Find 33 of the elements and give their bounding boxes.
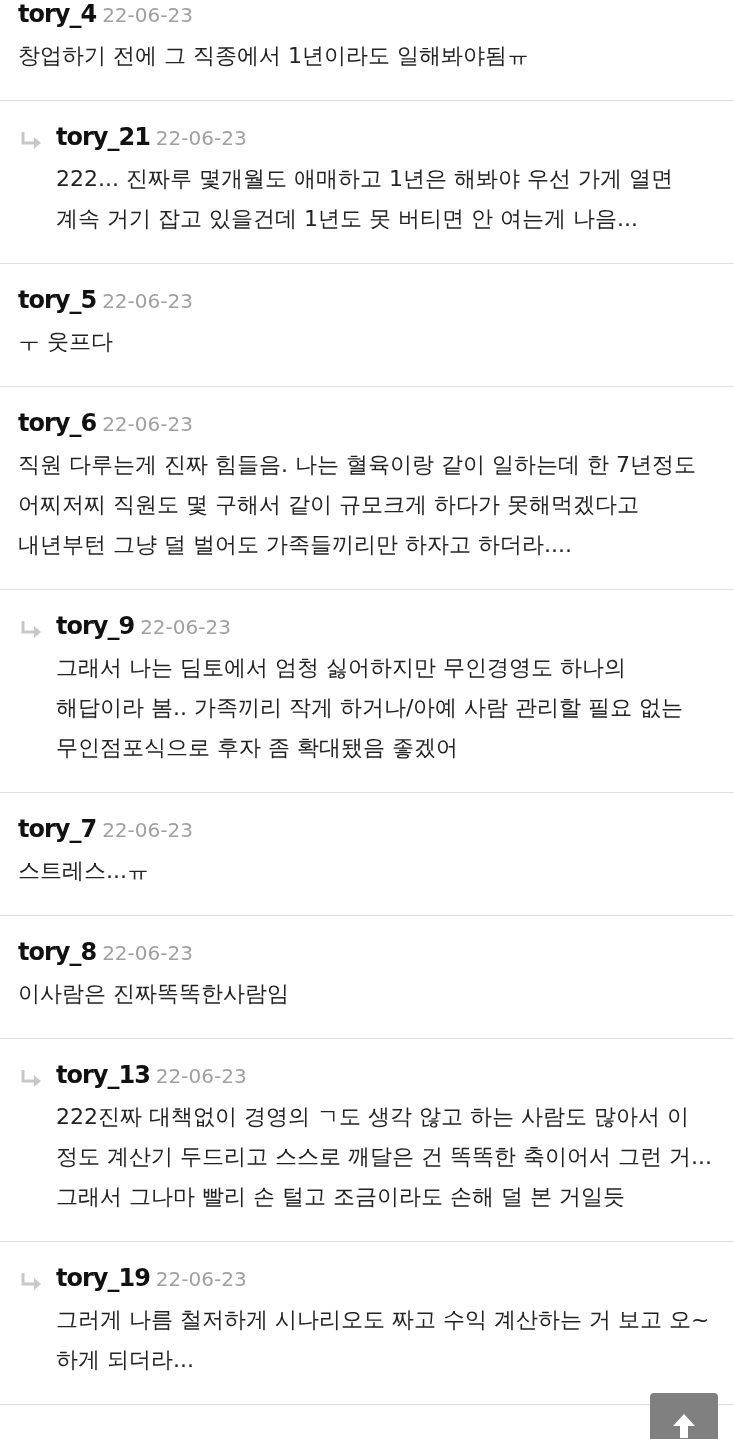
comment-author: tory_6 — [18, 409, 97, 437]
comment-date: 22-06-23 — [155, 1267, 247, 1291]
comment-author: tory_21 — [56, 123, 150, 151]
comment-text: 그러게 나름 철저하게 시나리오도 짜고 수익 계산하는 거 보고 오~ 하게 되더라... — [56, 1306, 711, 1374]
comment-date: 22-06-23 — [102, 412, 193, 436]
comment-author: tory_13 — [56, 1061, 150, 1089]
comment-date: 22-06-23 — [102, 289, 193, 313]
comment-text: 직원 다루는게 진짜 힘들음. 나는 혈육이랑 같이 일하는데 한 7년정도 어찌저찌 직원도 몇 구해서 같이 규모크게 하다가 못해먹겠다고 내년부턴 그냥 덜 벌어도 가족들끼리만 하자고 하더라.... — [18, 451, 697, 559]
comment-author: tory_7 — [18, 815, 97, 843]
comment-text: 222... 진짜루 몇개월도 애매하고 1년은 해봐야 우선 가게 열면 계속 거기 잡고 있을건데 1년도 못 버티면 안 여는게 나음... — [56, 165, 674, 233]
comment-date: 22-06-23 — [140, 615, 231, 639]
comment-text: 스트레스...ㅠ — [18, 857, 150, 885]
comment-date: 22-06-23 — [155, 126, 247, 150]
scroll-to-top-button[interactable] — [650, 1393, 718, 1439]
reply-arrow-icon — [20, 620, 42, 640]
comment-text: 이사람은 진짜똑똑한사람임 — [18, 980, 290, 1008]
up-arrow-icon — [672, 1413, 696, 1439]
comment-date: 22-06-23 — [155, 1064, 247, 1088]
reply-arrow-icon — [20, 131, 42, 151]
comment-date: 22-06-23 — [102, 941, 193, 965]
reply-arrow-icon — [20, 1069, 42, 1089]
comment-text: ㅜ 웃프다 — [18, 328, 114, 356]
reply-arrow-icon — [20, 1272, 42, 1292]
comment-author: tory_4 — [18, 0, 97, 28]
comment-date: 22-06-23 — [102, 818, 193, 842]
comment-author: tory_8 — [18, 938, 97, 966]
comment-text: 222진짜 대책없이 경영의 ㄱ도 생각 않고 하는 사람도 많아서 이 정도 계산기 두드리고 스스로 깨달은 건 똑똑한 축이어서 그런 거...그래서 그나마 빨리 손 털고 조금이라도 손해 덜 본 거일듯 — [56, 1103, 713, 1211]
comment-text: 그래서 나는 딤토에서 엄청 싫어하지만 무인경영도 하나의 해답이라 봄.. 가족끼리 작게 하거나/아예 사람 관리할 필요 없는 무인점포식으로 후자 좀 확대됐음 좋겠어 — [56, 654, 685, 762]
comment-author: tory_9 — [56, 612, 135, 640]
comment-author: tory_19 — [56, 1264, 150, 1292]
comment-text: 창업하기 전에 그 직종에서 1년이라도 일해봐야됨ㅠ — [18, 42, 530, 70]
comment-author: tory_5 — [18, 286, 97, 314]
comment-date: 22-06-23 — [102, 3, 193, 27]
